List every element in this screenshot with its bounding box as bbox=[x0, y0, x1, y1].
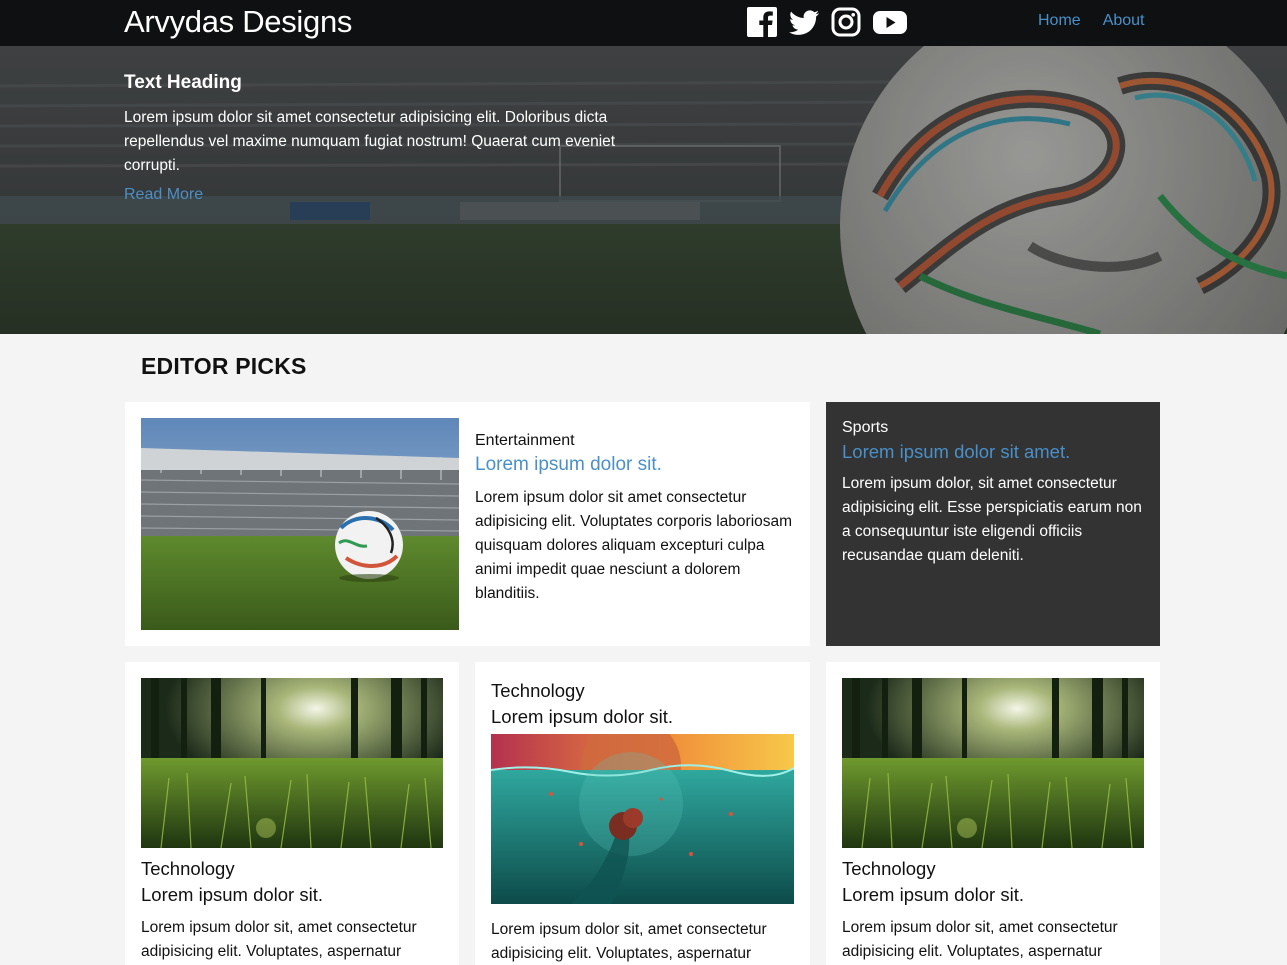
featured-title-link[interactable]: Lorem ipsum dolor sit. bbox=[475, 454, 793, 476]
technology-card-2[interactable]: Technology Lorem ipsum dolor sit. Lorem … bbox=[475, 662, 810, 965]
top-navbar: Arvydas Designs Home About bbox=[0, 0, 1287, 46]
hero-banner: Text Heading Lorem ipsum dolor sit amet … bbox=[0, 46, 1287, 334]
sports-category: Sports bbox=[842, 419, 889, 436]
section-title: EDITOR PICKS bbox=[141, 353, 307, 379]
featured-card-content: Entertainment Lorem ipsum dolor sit. Lor… bbox=[475, 432, 793, 606]
technology-2-title[interactable]: Lorem ipsum dolor sit. bbox=[491, 706, 795, 728]
underwater-planet-thumbnail bbox=[491, 734, 794, 904]
technology-card-2-content: Lorem ipsum dolor sit, amet consectetur … bbox=[491, 918, 795, 965]
nav-home-link[interactable]: Home bbox=[1038, 12, 1081, 30]
technology-3-category: Technology bbox=[842, 858, 936, 879]
technology-card-1[interactable]: Technology Lorem ipsum dolor sit. Lorem … bbox=[125, 662, 459, 965]
main-nav: Home About bbox=[1038, 12, 1145, 30]
technology-card-3-content: Technology Lorem ipsum dolor sit. Lorem … bbox=[842, 858, 1142, 964]
sports-card-content: Sports Lorem ipsum dolor sit amet. Lorem… bbox=[842, 419, 1142, 568]
forest-grass-thumbnail bbox=[141, 678, 443, 848]
hero-heading: Text Heading bbox=[124, 72, 242, 93]
technology-card-3[interactable]: Technology Lorem ipsum dolor sit. Lorem … bbox=[826, 662, 1160, 965]
sports-body: Lorem ipsum dolor, sit amet consectetur … bbox=[842, 475, 1142, 564]
featured-body: Lorem ipsum dolor sit amet consectetur a… bbox=[475, 489, 793, 602]
instagram-icon[interactable] bbox=[830, 6, 862, 38]
forest-grass-thumbnail bbox=[842, 678, 1144, 848]
facebook-icon[interactable] bbox=[746, 6, 778, 38]
featured-card[interactable]: Entertainment Lorem ipsum dolor sit. Lor… bbox=[125, 402, 810, 646]
technology-card-2-header: Technology Lorem ipsum dolor sit. bbox=[491, 680, 795, 728]
twitter-icon[interactable] bbox=[788, 6, 820, 38]
hero-content: Text Heading Lorem ipsum dolor sit amet … bbox=[124, 72, 644, 204]
featured-category: Entertainment bbox=[475, 432, 575, 449]
sports-card[interactable]: Sports Lorem ipsum dolor sit amet. Lorem… bbox=[826, 402, 1160, 646]
technology-card-1-content: Technology Lorem ipsum dolor sit. Lorem … bbox=[141, 858, 441, 964]
stadium-ball-thumbnail bbox=[141, 418, 459, 630]
technology-1-body: Lorem ipsum dolor sit, amet consectetur … bbox=[141, 919, 417, 960]
nav-about-link[interactable]: About bbox=[1103, 12, 1145, 30]
technology-3-body: Lorem ipsum dolor sit, amet consectetur … bbox=[842, 919, 1118, 960]
technology-2-body: Lorem ipsum dolor sit, amet consectetur … bbox=[491, 921, 767, 962]
technology-1-title[interactable]: Lorem ipsum dolor sit. bbox=[141, 884, 441, 906]
read-more-link[interactable]: Read More bbox=[124, 186, 203, 204]
brand-logo[interactable]: Arvydas Designs bbox=[124, 4, 352, 40]
technology-1-category: Technology bbox=[141, 858, 235, 879]
technology-2-category: Technology bbox=[491, 680, 585, 701]
hero-body: Lorem ipsum dolor sit amet consectetur a… bbox=[124, 109, 616, 174]
sports-title-link[interactable]: Lorem ipsum dolor sit amet. bbox=[842, 441, 1142, 463]
youtube-icon[interactable] bbox=[872, 6, 908, 38]
technology-3-title[interactable]: Lorem ipsum dolor sit. bbox=[842, 884, 1142, 906]
social-links bbox=[746, 5, 908, 39]
